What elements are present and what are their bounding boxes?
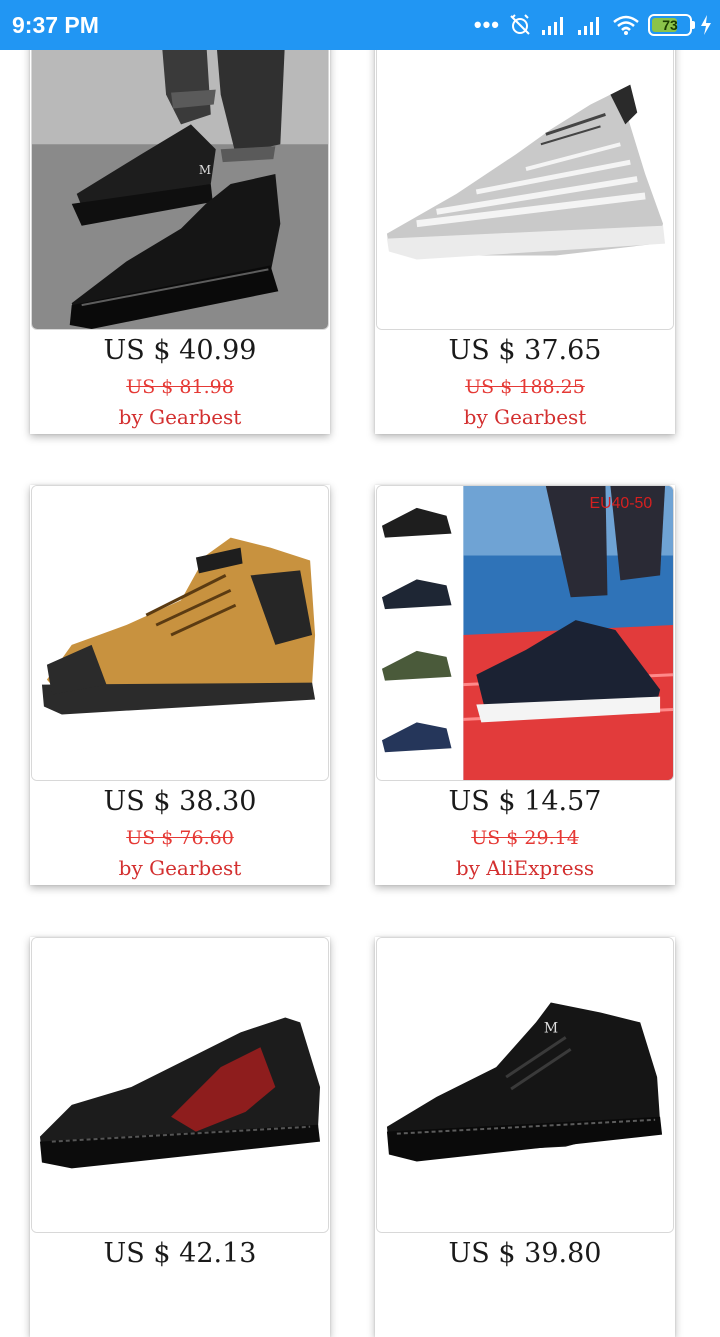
grey-knit-sneaker-image <box>377 35 673 329</box>
battery-level: 73 <box>662 17 678 33</box>
seller-label: by Gearbest <box>118 405 242 429</box>
product-image[interactable] <box>376 34 674 330</box>
seller-label: by Gearbest <box>118 856 242 880</box>
svg-text:M: M <box>544 1020 558 1036</box>
svg-text:M: M <box>199 163 211 177</box>
product-image[interactable] <box>31 485 329 781</box>
charging-icon <box>701 15 711 35</box>
product-price: US $ 38.30 <box>103 786 257 817</box>
product-image[interactable]: M <box>31 34 329 330</box>
product-card[interactable]: M US $ 39.80 <box>375 937 675 1337</box>
mesh-sneaker-color-variants-image: EU40-50 <box>377 486 673 780</box>
black-high-top-boots-on-feet-image: M <box>32 35 328 329</box>
product-image[interactable]: EU40-50 <box>376 485 674 781</box>
product-card[interactable]: US $ 37.65 US $ 188.25 by Gearbest <box>375 34 675 434</box>
product-price: US $ 42.13 <box>103 1238 257 1269</box>
wifi-icon <box>613 15 639 35</box>
original-price: US $ 81.98 <box>126 376 234 398</box>
alarm-off-icon <box>510 14 530 35</box>
signal-icon <box>578 17 599 35</box>
size-range-badge: EU40-50 <box>590 495 653 512</box>
product-price: US $ 14.57 <box>448 786 602 817</box>
seller-label: by Gearbest <box>463 405 587 429</box>
product-card[interactable]: US $ 42.13 <box>30 937 330 1337</box>
product-price: US $ 40.99 <box>103 335 257 366</box>
original-price: US $ 76.60 <box>126 827 234 849</box>
more-dots-icon: ••• <box>473 12 500 37</box>
status-bar: 9:37 PM ••• 73 <box>0 0 720 50</box>
product-price: US $ 39.80 <box>448 1238 602 1269</box>
product-price: US $ 37.65 <box>448 335 602 366</box>
status-icons: ••• 73 <box>474 10 712 40</box>
original-price: US $ 188.25 <box>465 376 585 398</box>
product-card[interactable]: EU40-50 US $ 14.57 US $ 29.14 by AliExpr… <box>375 485 675 885</box>
product-feed[interactable]: M US $ 40.99 US $ 81.98 by Gearbest US $… <box>0 0 720 1337</box>
signal-icon <box>542 17 563 35</box>
seller-label: by AliExpress <box>455 856 595 880</box>
tan-hiking-boot-image <box>32 486 328 780</box>
product-image[interactable]: M <box>376 937 674 1233</box>
product-card[interactable]: M US $ 40.99 US $ 81.98 by Gearbest <box>30 34 330 434</box>
product-image[interactable] <box>31 937 329 1233</box>
original-price: US $ 29.14 <box>471 827 579 849</box>
battery-icon: 73 <box>648 14 695 36</box>
product-card[interactable]: US $ 38.30 US $ 76.60 by Gearbest <box>30 485 330 885</box>
black-red-loafer-image <box>32 938 328 1232</box>
black-suede-sneaker-image: M <box>377 938 673 1232</box>
status-time: 9:37 PM <box>12 12 99 38</box>
